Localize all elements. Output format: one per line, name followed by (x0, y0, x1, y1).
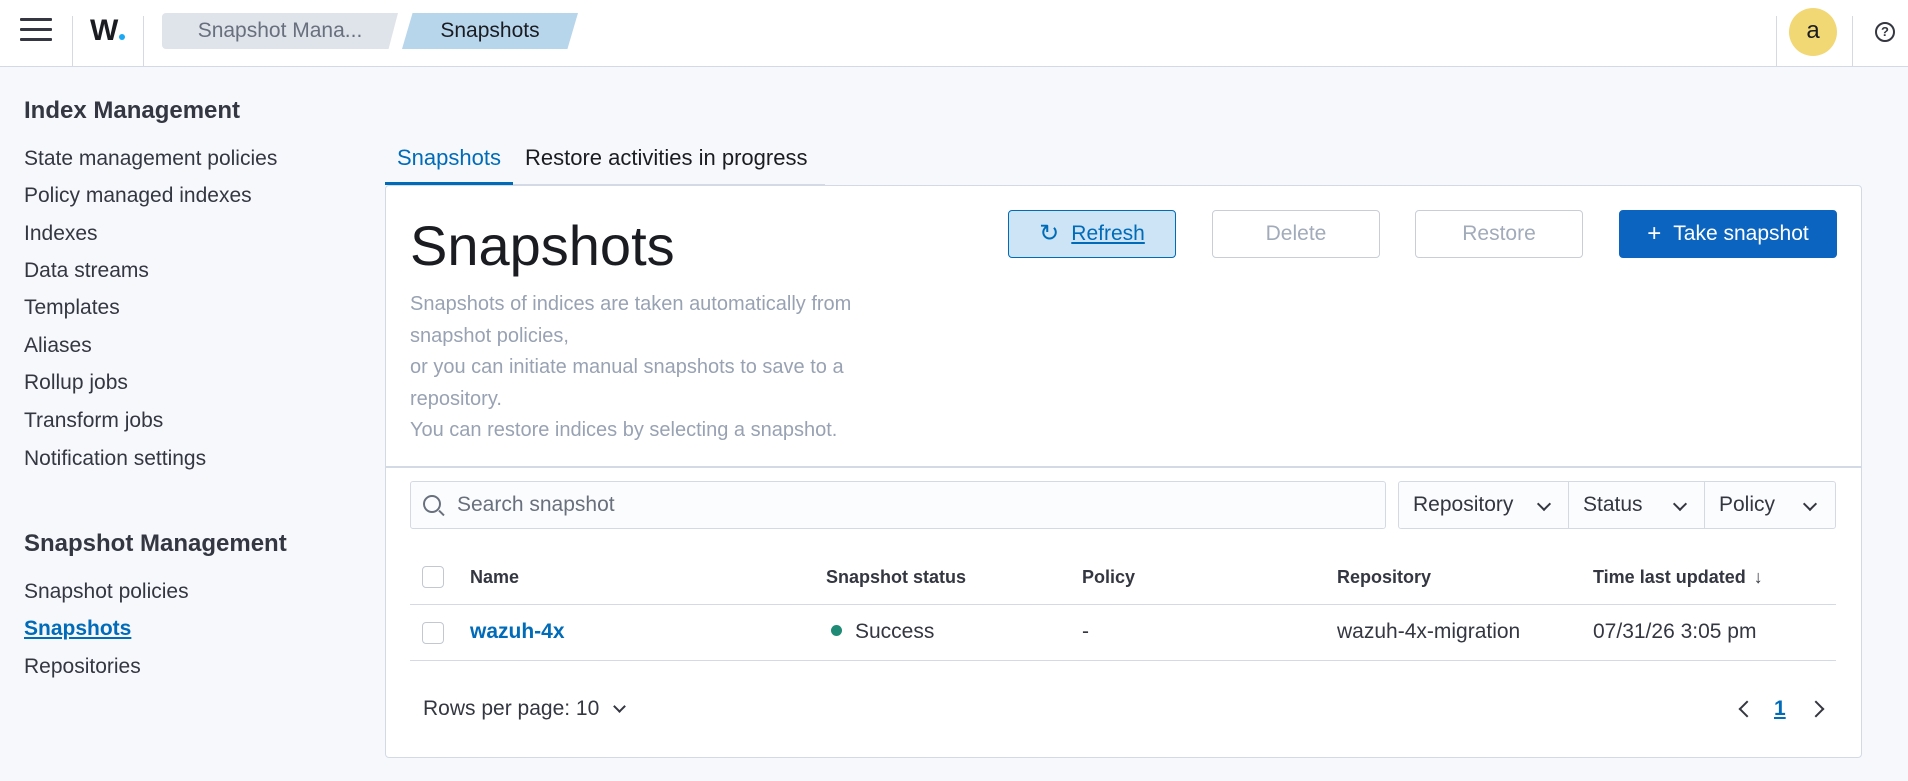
plus-icon: + (1647, 220, 1662, 247)
chevron-down-icon (1802, 496, 1818, 512)
user-avatar[interactable]: a (1789, 8, 1837, 56)
refresh-icon: ↻ (1039, 220, 1060, 247)
snapshot-status: Success (831, 620, 934, 644)
refresh-button[interactable]: ↻ Refresh (1008, 210, 1176, 258)
breadcrumb-snapshots: Snapshots (402, 13, 578, 49)
sidebar-item-aliases[interactable]: Aliases (24, 334, 92, 358)
search-input[interactable] (457, 482, 1367, 528)
sidebar-item-transform-jobs[interactable]: Transform jobs (24, 409, 163, 433)
description-line: You can restore indices by selecting a s… (410, 419, 838, 441)
header-divider (1852, 16, 1853, 66)
header-divider (72, 16, 73, 66)
sidebar-item-state-management-policies[interactable]: State management policies (24, 147, 277, 171)
rows-per-page-selector[interactable]: Rows per page: 10 (423, 697, 627, 721)
header-divider (143, 16, 144, 66)
sidebar-item-rollup-jobs[interactable]: Rollup jobs (24, 371, 128, 395)
app-logo[interactable]: W (90, 14, 126, 48)
page-title: Snapshots (410, 214, 675, 277)
delete-button[interactable]: Delete (1212, 210, 1380, 258)
table-divider (410, 660, 1836, 661)
sidebar-section-title: Snapshot Management (24, 530, 287, 557)
take-snapshot-button[interactable]: + Take snapshot (1619, 210, 1837, 258)
breadcrumb-snapshot-management[interactable]: Snapshot Mana... (162, 13, 398, 49)
chevron-down-icon (1672, 496, 1688, 512)
description-line: Snapshots of indices are taken automatic… (410, 293, 852, 315)
description-line: or you can initiate manual snapshots to … (410, 356, 844, 378)
sidebar-item-snapshot-policies[interactable]: Snapshot policies (24, 580, 189, 604)
column-header-name[interactable]: Name (470, 567, 519, 588)
sidebar-item-templates[interactable]: Templates (24, 296, 120, 320)
header-divider (1776, 16, 1777, 66)
filter-group: Repository Status Policy (1398, 481, 1836, 529)
sort-descending-icon: ↓ (1753, 567, 1763, 587)
sidebar-item-notification-settings[interactable]: Notification settings (24, 447, 206, 471)
sidebar-item-data-streams[interactable]: Data streams (24, 259, 149, 283)
restore-button[interactable]: Restore (1415, 210, 1583, 258)
sidebar-item-indexes[interactable]: Indexes (24, 222, 98, 246)
filter-status[interactable]: Status (1569, 482, 1705, 528)
sidebar-section-title: Index Management (24, 97, 241, 124)
help-icon[interactable]: ? (1875, 22, 1895, 42)
snapshot-policy: - (1082, 620, 1089, 643)
panel-divider (385, 466, 1862, 468)
column-header-policy[interactable]: Policy (1082, 567, 1135, 588)
menu-icon[interactable] (20, 18, 52, 46)
snapshot-name-link[interactable]: wazuh-4x (470, 620, 565, 644)
filter-repository[interactable]: Repository (1399, 482, 1569, 528)
search-box (410, 481, 1386, 529)
chevron-down-icon (613, 700, 627, 713)
select-all-checkbox[interactable] (422, 566, 444, 588)
column-header-status[interactable]: Snapshot status (826, 567, 966, 588)
sidebar-item-snapshots[interactable]: Snapshots (24, 617, 131, 641)
snapshot-repository: wazuh-4x-migration (1337, 620, 1521, 643)
column-header-repository[interactable]: Repository (1337, 567, 1431, 588)
chevron-down-icon (1536, 496, 1552, 512)
column-header-time-last-updated[interactable]: Time last updated ↓ (1593, 567, 1763, 588)
row-checkbox[interactable] (422, 622, 444, 644)
sidebar-item-policy-managed-indexes[interactable]: Policy managed indexes (24, 184, 252, 208)
description-line: snapshot policies, (410, 325, 569, 347)
tab-snapshots[interactable]: Snapshots (397, 145, 501, 171)
page-number[interactable]: 1 (1774, 697, 1786, 721)
tab-restore-activities[interactable]: Restore activities in progress (525, 145, 807, 171)
filter-policy[interactable]: Policy (1705, 482, 1835, 528)
top-header: W Snapshot Mana... Snapshots a ? (0, 0, 1908, 67)
status-dot-icon (831, 625, 842, 636)
table-divider (410, 604, 1836, 605)
description-line: repository. (410, 388, 502, 410)
sidebar-item-repositories[interactable]: Repositories (24, 655, 141, 679)
search-icon (423, 495, 441, 513)
snapshot-time: 07/31/26 3:05 pm (1593, 620, 1757, 643)
